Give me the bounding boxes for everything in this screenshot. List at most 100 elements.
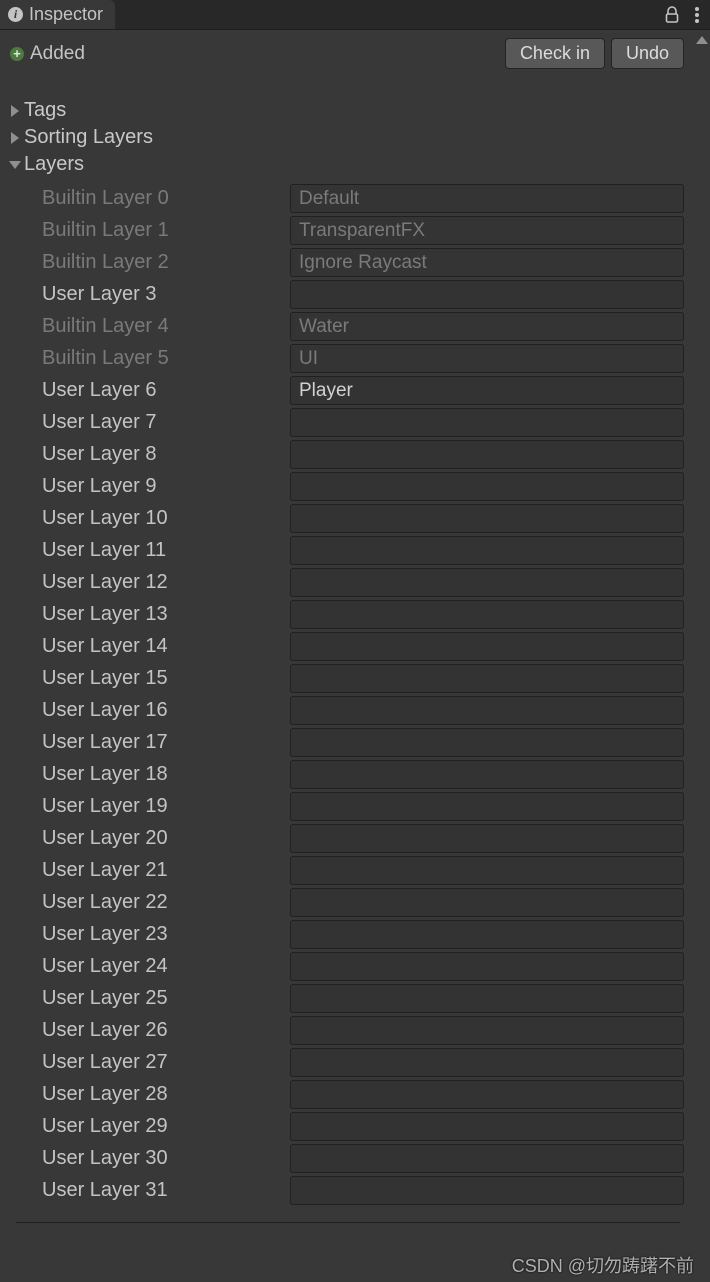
layer-name-input[interactable] [290, 888, 684, 917]
layer-label: Builtin Layer 1 [36, 219, 284, 242]
layer-row: User Layer 7 [36, 408, 684, 437]
layer-name-input[interactable] [290, 1112, 684, 1141]
layer-name-input[interactable] [290, 1176, 684, 1205]
layer-row: User Layer 22 [36, 888, 684, 917]
chevron-down-icon [8, 161, 22, 169]
layer-label: User Layer 6 [36, 379, 284, 402]
layer-row: User Layer 13 [36, 600, 684, 629]
layer-label: Builtin Layer 0 [36, 187, 284, 210]
layer-name-input[interactable] [290, 536, 684, 565]
layer-label: User Layer 28 [36, 1083, 284, 1106]
layers-list: Builtin Layer 0 Default Builtin Layer 1 Tra… [8, 178, 688, 1218]
layer-label: User Layer 26 [36, 1019, 284, 1042]
layer-name-input[interactable] [290, 1048, 684, 1077]
layer-name-input[interactable] [290, 632, 684, 661]
layer-label: User Layer 20 [36, 827, 284, 850]
layer-row: User Layer 25 [36, 984, 684, 1013]
layer-label: User Layer 18 [36, 763, 284, 786]
layer-row: User Layer 6 Player [36, 376, 684, 405]
layer-name-input[interactable] [290, 984, 684, 1013]
layer-row: User Layer 11 [36, 536, 684, 565]
layer-name-readonly: UI [290, 344, 684, 373]
main-panel: + Added Check in Undo Tags Sorting Layer… [0, 30, 694, 1282]
lock-icon[interactable] [664, 6, 680, 24]
layer-label: User Layer 3 [36, 283, 284, 306]
tab-title: Inspector [29, 4, 103, 25]
layer-name-input[interactable] [290, 920, 684, 949]
section-layers[interactable]: Layers [8, 151, 688, 178]
layer-name-input[interactable] [290, 472, 684, 501]
layer-row: User Layer 9 [36, 472, 684, 501]
section-layers-label: Layers [24, 153, 84, 176]
layer-row: User Layer 17 [36, 728, 684, 757]
tab-bar-actions [664, 0, 710, 29]
layer-label: User Layer 29 [36, 1115, 284, 1138]
inspector-window: i Inspector + Added [0, 0, 710, 1282]
layer-row: User Layer 14 [36, 632, 684, 661]
layer-label: User Layer 19 [36, 795, 284, 818]
layer-row: User Layer 26 [36, 1016, 684, 1045]
layer-label: User Layer 22 [36, 891, 284, 914]
content-area: + Added Check in Undo Tags Sorting Layer… [0, 30, 710, 1282]
layer-name-input[interactable] [290, 280, 684, 309]
info-icon: i [8, 7, 23, 22]
layer-name-readonly: Water [290, 312, 684, 341]
layer-row: User Layer 10 [36, 504, 684, 533]
layer-row: User Layer 12 [36, 568, 684, 597]
layer-name-input[interactable]: Player [290, 376, 684, 405]
layer-label: User Layer 9 [36, 475, 284, 498]
layer-label: User Layer 10 [36, 507, 284, 530]
layer-name-input[interactable] [290, 760, 684, 789]
layer-label: User Layer 11 [36, 539, 284, 562]
layer-name-input[interactable] [290, 664, 684, 693]
layer-name-readonly: Default [290, 184, 684, 213]
divider [16, 1222, 680, 1223]
layer-row: Builtin Layer 2Ignore Raycast [36, 248, 684, 277]
layer-label: User Layer 12 [36, 571, 284, 594]
layer-label: User Layer 13 [36, 603, 284, 626]
undo-button[interactable]: Undo [611, 38, 684, 69]
vcs-added-text: Added [30, 43, 85, 65]
layer-name-input[interactable] [290, 728, 684, 757]
layer-name-input[interactable] [290, 408, 684, 437]
layer-label: User Layer 21 [36, 859, 284, 882]
layer-row: User Layer 8 [36, 440, 684, 469]
layer-name-input[interactable] [290, 824, 684, 853]
layer-name-input[interactable] [290, 952, 684, 981]
layer-name-input[interactable] [290, 856, 684, 885]
layer-label: User Layer 30 [36, 1147, 284, 1170]
layer-name-input[interactable] [290, 696, 684, 725]
layer-row: User Layer 23 [36, 920, 684, 949]
layer-name-input[interactable] [290, 504, 684, 533]
vcs-buttons: Check in Undo [505, 38, 684, 69]
layer-name-input[interactable] [290, 568, 684, 597]
layer-name-input[interactable] [290, 1144, 684, 1173]
layer-label: Builtin Layer 2 [36, 251, 284, 274]
layer-row: User Layer 16 [36, 696, 684, 725]
scroll-up-icon [696, 36, 708, 44]
layer-row: User Layer 15 [36, 664, 684, 693]
scrollbar[interactable] [694, 30, 710, 1282]
layer-name-input[interactable] [290, 440, 684, 469]
layer-label: User Layer 23 [36, 923, 284, 946]
section-sorting-layers[interactable]: Sorting Layers [8, 124, 688, 151]
layer-row: User Layer 18 [36, 760, 684, 789]
layer-name-input[interactable] [290, 1080, 684, 1109]
section-tags[interactable]: Tags [8, 97, 688, 124]
layer-row: User Layer 30 [36, 1144, 684, 1173]
layer-label: Builtin Layer 5 [36, 347, 284, 370]
layer-label: User Layer 14 [36, 635, 284, 658]
layer-name-input[interactable] [290, 792, 684, 821]
kebab-menu-icon[interactable] [694, 6, 700, 24]
layer-row: User Layer 24 [36, 952, 684, 981]
tab-inspector[interactable]: i Inspector [0, 0, 115, 29]
watermark: CSDN @切勿踌躇不前 [512, 1252, 694, 1278]
check-in-button[interactable]: Check in [505, 38, 605, 69]
section-sorting-layers-label: Sorting Layers [24, 126, 153, 149]
layer-name-input[interactable] [290, 600, 684, 629]
layer-row: Builtin Layer 1 TransparentFX [36, 216, 684, 245]
layer-name-readonly: TransparentFX [290, 216, 684, 245]
layer-name-input[interactable] [290, 1016, 684, 1045]
layer-row: User Layer 28 [36, 1080, 684, 1109]
layer-label: Builtin Layer 4 [36, 315, 284, 338]
